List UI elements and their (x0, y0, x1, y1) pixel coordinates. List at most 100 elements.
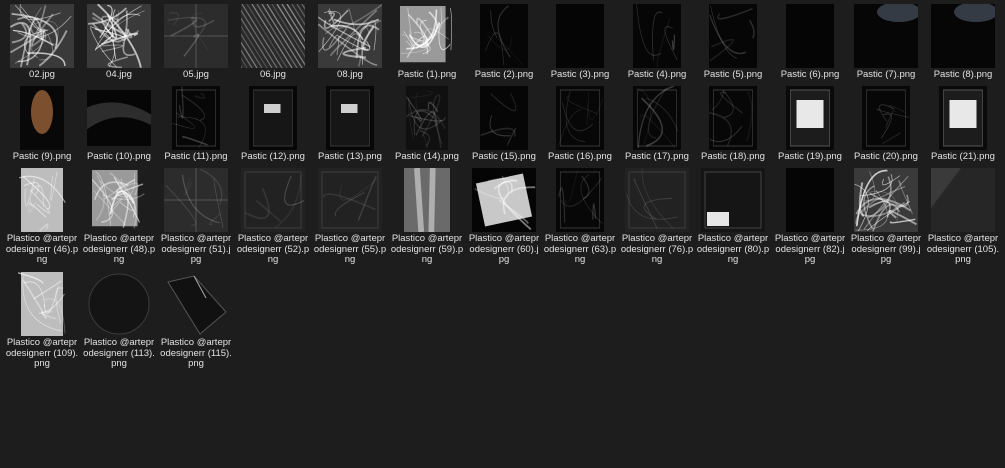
file-thumbnail (236, 86, 310, 150)
file-name-label: Plastico @arteprodesignerr (80).png (696, 233, 770, 265)
file-thumbnail (159, 86, 233, 150)
file-thumbnail (82, 168, 156, 232)
file-item[interactable]: Plastico @arteprodesignerr (46).png (5, 168, 79, 266)
file-name-label: Pastic (15).png (472, 151, 536, 162)
file-item[interactable]: Pastic (19).png (773, 86, 847, 163)
file-item[interactable]: 06.jpg (236, 4, 310, 81)
file-name-label: Plastico @arteprodesignerr (52).png (236, 233, 310, 265)
file-name-label: Pastic (1).png (397, 69, 457, 80)
file-thumbnail (390, 4, 464, 68)
file-name-label: Pastic (5).png (703, 69, 763, 80)
file-item[interactable]: Pastic (16).png (543, 86, 617, 163)
file-thumbnail (543, 4, 617, 68)
file-thumbnail (773, 4, 847, 68)
file-thumbnail (926, 4, 1000, 68)
file-item[interactable]: 05.jpg (159, 4, 233, 81)
file-name-label: Pastic (7).png (856, 69, 916, 80)
file-item[interactable]: Plastico @arteprodesignerr (80).png (696, 168, 770, 266)
file-item[interactable]: Plastico @arteprodesignerr (52).png (236, 168, 310, 266)
file-thumbnail (620, 86, 694, 150)
file-item[interactable]: Plastico @arteprodesignerr (51).jpg (159, 168, 233, 266)
file-item[interactable]: Pastic (6).png (773, 4, 847, 81)
file-thumbnail (926, 168, 1000, 232)
file-item[interactable]: Plastico @arteprodesignerr (76).png (620, 168, 694, 266)
file-item[interactable]: Pastic (3).png (543, 4, 617, 81)
file-name-label: Plastico @arteprodesignerr (51).jpg (160, 233, 232, 265)
file-item[interactable]: Pastic (21).png (926, 86, 1000, 163)
file-name-label: 06.jpg (260, 69, 286, 80)
file-thumbnail (236, 4, 310, 68)
file-item[interactable]: Pastic (12).png (236, 86, 310, 163)
file-name-label: Pastic (19).png (778, 151, 842, 162)
file-item[interactable]: 02.jpg (5, 4, 79, 81)
file-item[interactable]: Pastic (10).png (82, 86, 156, 163)
file-item[interactable]: Pastic (11).png (159, 86, 233, 163)
file-name-label: Plastico @arteprodesignerr (82).jpg (774, 233, 846, 265)
file-item[interactable]: Plastico @arteprodesignerr (59).png (390, 168, 464, 266)
file-thumbnail (390, 86, 464, 150)
file-thumbnail (82, 272, 156, 336)
file-item[interactable]: Plastico @arteprodesignerr (115).png (159, 272, 233, 370)
file-item[interactable]: 04.jpg (82, 4, 156, 81)
file-item[interactable]: Plastico @arteprodesignerr (82).jpg (773, 168, 847, 266)
file-thumbnail (236, 168, 310, 232)
file-name-label: Plastico @arteprodesignerr (113).png (83, 337, 155, 369)
file-thumbnail (5, 4, 79, 68)
file-name-label: Plastico @arteprodesignerr (46).png (5, 233, 79, 265)
file-thumbnail (467, 168, 541, 232)
file-name-label: Pastic (20).png (854, 151, 918, 162)
file-item[interactable]: Plastico @arteprodesignerr (63).png (543, 168, 617, 266)
file-name-label: Pastic (10).png (87, 151, 151, 162)
file-thumbnail (620, 168, 694, 232)
file-item[interactable]: Pastic (17).png (620, 86, 694, 163)
file-name-label: Plastico @arteprodesignerr (48).png (82, 233, 156, 265)
file-thumbnail (313, 168, 387, 232)
file-item[interactable]: Plastico @arteprodesignerr (60).jpg (467, 168, 541, 266)
file-thumbnail (82, 86, 156, 150)
file-name-label: Pastic (2).png (474, 69, 534, 80)
file-item[interactable]: Pastic (9).png (5, 86, 79, 163)
file-thumbnail (82, 4, 156, 68)
file-thumbnail (926, 86, 1000, 150)
file-thumbnail (620, 4, 694, 68)
file-thumbnail (159, 272, 233, 336)
file-thumbnail (543, 86, 617, 150)
file-item[interactable]: 08.jpg (313, 4, 387, 81)
file-item[interactable]: Pastic (8).png (926, 4, 1000, 81)
file-item[interactable]: Pastic (1).png (390, 4, 464, 81)
file-thumbnail (313, 4, 387, 68)
file-name-label: Pastic (14).png (395, 151, 459, 162)
file-item[interactable]: Plastico @arteprodesignerr (105).png (926, 168, 1000, 266)
file-name-label: 02.jpg (29, 69, 55, 80)
file-name-label: Plastico @arteprodesignerr (115).png (160, 337, 232, 369)
file-item[interactable]: Pastic (4).png (620, 4, 694, 81)
file-name-label: Pastic (4).png (627, 69, 687, 80)
file-name-label: Plastico @arteprodesignerr (60).jpg (468, 233, 540, 265)
file-name-label: 08.jpg (337, 69, 363, 80)
file-item[interactable]: Pastic (15).png (467, 86, 541, 163)
file-name-label: Pastic (18).png (701, 151, 765, 162)
file-name-label: Plastico @arteprodesignerr (109).png (5, 337, 79, 369)
file-item[interactable]: Plastico @arteprodesignerr (48).png (82, 168, 156, 266)
file-thumbnail (773, 86, 847, 150)
file-name-label: Plastico @arteprodesignerr (55).png (313, 233, 387, 265)
file-thumbnail (849, 86, 923, 150)
file-name-label: Plastico @arteprodesignerr (59).png (390, 233, 464, 265)
file-item[interactable]: Plastico @arteprodesignerr (55).png (313, 168, 387, 266)
file-item[interactable]: Plastico @arteprodesignerr (99).jpg (849, 168, 923, 266)
file-item[interactable]: Plastico @arteprodesignerr (109).png (5, 272, 79, 370)
file-item[interactable]: Pastic (18).png (696, 86, 770, 163)
file-item[interactable]: Pastic (7).png (849, 4, 923, 81)
file-thumbnail (313, 86, 387, 150)
file-name-label: Pastic (11).png (164, 151, 228, 162)
file-item[interactable]: Pastic (2).png (467, 4, 541, 81)
file-item[interactable]: Pastic (20).png (849, 86, 923, 163)
file-name-label: 05.jpg (183, 69, 209, 80)
file-item[interactable]: Pastic (5).png (696, 4, 770, 81)
file-thumbnail (696, 86, 770, 150)
file-thumbnail (5, 272, 79, 336)
file-thumbnail (390, 168, 464, 232)
file-item[interactable]: Pastic (13).png (313, 86, 387, 163)
file-item[interactable]: Plastico @arteprodesignerr (113).png (82, 272, 156, 370)
file-item[interactable]: Pastic (14).png (390, 86, 464, 163)
